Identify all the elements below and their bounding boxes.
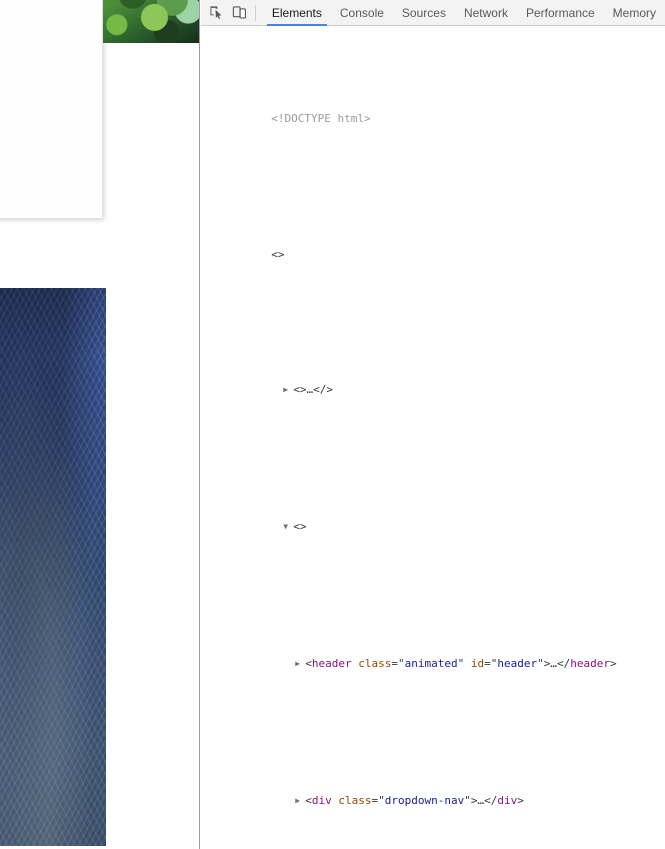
chevron-right-icon[interactable]: ▶ [283, 383, 293, 397]
tab-elements[interactable]: Elements [263, 0, 331, 26]
dom-tree[interactable]: <!DOCTYPE html> <> ▶ <>…</> ▼ <> ▶ <head… [201, 26, 665, 849]
tab-memory[interactable]: Memory [604, 0, 665, 26]
dom-node-html[interactable]: <> [201, 207, 665, 302]
devtools-panel: Elements Console Sources Network Perform… [201, 0, 665, 849]
photo-blue-water[interactable] [0, 288, 106, 846]
tab-sources[interactable]: Sources [393, 0, 455, 26]
tab-performance[interactable]: Performance [517, 0, 604, 26]
photo-card-white[interactable] [0, 0, 102, 218]
chevron-down-icon[interactable]: ▼ [283, 520, 293, 534]
inspected-page-pane [0, 0, 200, 849]
dom-node-head[interactable]: ▶ <>…</> [201, 343, 665, 439]
toolbar-divider [254, 4, 256, 21]
photo-green-foliage[interactable] [103, 0, 199, 43]
tab-network[interactable]: Network [455, 0, 517, 26]
dom-node-dropdown-nav[interactable]: ▶ <div class="dropdown-nav">…</div> [201, 753, 665, 849]
dom-node-body[interactable]: ▼ <> [201, 480, 665, 576]
doctype-text: <!DOCTYPE html> [271, 111, 371, 125]
devtools-toolbar: Elements Console Sources Network Perform… [201, 0, 665, 26]
html-open-tag: <> [271, 247, 285, 261]
dom-node-header[interactable]: ▶ <header class="animated" id="header">…<… [201, 617, 665, 713]
inspect-cursor-icon[interactable] [205, 1, 228, 25]
dom-node-doctype[interactable]: <!DOCTYPE html> [201, 71, 665, 166]
chevron-right-icon[interactable]: ▶ [295, 657, 305, 671]
devtools-screenshot: Elements Console Sources Network Perform… [0, 0, 665, 849]
tab-console[interactable]: Console [331, 0, 393, 26]
device-toolbar-icon[interactable] [228, 1, 251, 25]
chevron-right-icon[interactable]: ▶ [295, 794, 305, 808]
